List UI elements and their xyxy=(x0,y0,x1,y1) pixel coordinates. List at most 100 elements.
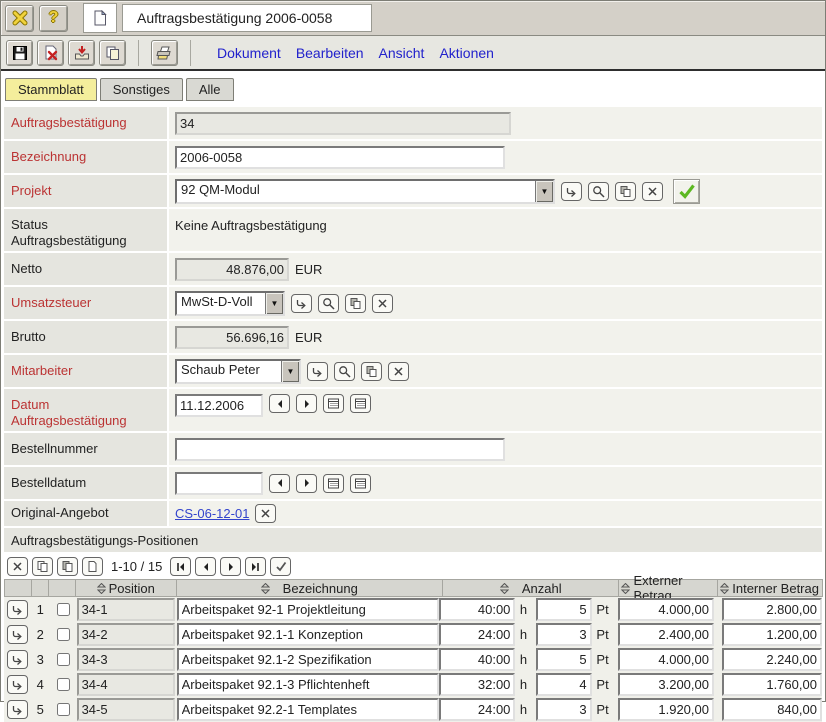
interner-betrag-field[interactable] xyxy=(722,623,822,646)
header-position[interactable]: Position xyxy=(75,579,177,597)
last-page-button[interactable] xyxy=(245,557,266,576)
hours-field[interactable] xyxy=(439,598,515,621)
apply-button[interactable] xyxy=(270,557,291,576)
chevron-down-icon[interactable]: ▼ xyxy=(535,181,553,202)
bezeichnung-field[interactable] xyxy=(177,598,439,621)
positions-paste-button[interactable] xyxy=(57,557,78,576)
hours-field[interactable] xyxy=(439,648,515,671)
row-checkbox[interactable] xyxy=(57,628,70,641)
sort-icon[interactable] xyxy=(97,583,106,594)
header-interner-betrag[interactable]: Interner Betrag xyxy=(717,579,823,597)
projekt-clear-button[interactable] xyxy=(642,182,663,201)
externer-betrag-field[interactable] xyxy=(618,698,714,721)
projekt-paste-button[interactable] xyxy=(615,182,636,201)
interner-betrag-field[interactable] xyxy=(722,648,822,671)
row-checkbox[interactable] xyxy=(57,678,70,691)
chevron-down-icon[interactable]: ▼ xyxy=(281,361,299,382)
tab-alle[interactable]: Alle xyxy=(186,78,234,101)
bezeichnung-field[interactable] xyxy=(177,673,439,696)
datum-prev-day-button[interactable] xyxy=(269,394,290,413)
header-externer-betrag[interactable]: Externer Betrag xyxy=(618,579,718,597)
externer-betrag-field[interactable] xyxy=(618,598,714,621)
first-page-button[interactable] xyxy=(170,557,191,576)
datum-calendar-button[interactable] xyxy=(323,394,344,413)
points-field[interactable] xyxy=(536,623,592,646)
umsatzsteuer-select[interactable]: MwSt-D-Voll ▼ xyxy=(175,291,285,316)
close-button[interactable] xyxy=(5,5,34,32)
positions-new-button[interactable] xyxy=(82,557,103,576)
bezeichnung-field[interactable] xyxy=(177,623,439,646)
row-goto-button[interactable] xyxy=(7,700,28,719)
bestelldatum-field[interactable] xyxy=(175,472,263,495)
points-field[interactable] xyxy=(536,673,592,696)
bezeichnung-field[interactable] xyxy=(175,146,505,169)
hours-field[interactable] xyxy=(439,623,515,646)
points-field[interactable] xyxy=(536,698,592,721)
menu-dokument[interactable]: Dokument xyxy=(217,45,281,61)
bestelldatum-prev-day-button[interactable] xyxy=(269,474,290,493)
bestellnummer-field[interactable] xyxy=(175,438,505,461)
externer-betrag-field[interactable] xyxy=(618,673,714,696)
interner-betrag-field[interactable] xyxy=(722,698,822,721)
datum-calendar2-button[interactable] xyxy=(350,394,371,413)
chevron-down-icon[interactable]: ▼ xyxy=(265,293,283,314)
bezeichnung-field[interactable] xyxy=(177,648,439,671)
projekt-confirm-button[interactable] xyxy=(673,179,700,204)
sort-icon[interactable] xyxy=(621,583,630,594)
import-button[interactable] xyxy=(68,40,95,66)
help-button[interactable]: ? xyxy=(39,5,68,32)
mitarbeiter-clear-button[interactable] xyxy=(388,362,409,381)
bezeichnung-field[interactable] xyxy=(177,698,439,721)
row-goto-button[interactable] xyxy=(7,650,28,669)
next-page-button[interactable] xyxy=(220,557,241,576)
original-angebot-clear-button[interactable] xyxy=(255,504,276,523)
save-button[interactable] xyxy=(6,40,33,66)
tab-sonstiges[interactable]: Sonstiges xyxy=(100,78,183,101)
positions-copy-button[interactable] xyxy=(32,557,53,576)
sort-icon[interactable] xyxy=(720,583,729,594)
datum-next-day-button[interactable] xyxy=(296,394,317,413)
row-checkbox[interactable] xyxy=(57,653,70,666)
menu-bearbeiten[interactable]: Bearbeiten xyxy=(296,45,364,61)
hours-field[interactable] xyxy=(439,673,515,696)
umsatzsteuer-clear-button[interactable] xyxy=(372,294,393,313)
paste-icon xyxy=(619,185,632,198)
datum-field[interactable] xyxy=(175,394,263,417)
prev-page-button[interactable] xyxy=(195,557,216,576)
mitarbeiter-search-button[interactable] xyxy=(334,362,355,381)
bestelldatum-next-day-button[interactable] xyxy=(296,474,317,493)
mitarbeiter-paste-button[interactable] xyxy=(361,362,382,381)
header-anzahl[interactable]: Anzahl xyxy=(442,579,620,597)
row-goto-button[interactable] xyxy=(7,600,28,619)
row-checkbox[interactable] xyxy=(57,603,70,616)
mitarbeiter-goto-button[interactable] xyxy=(307,362,328,381)
hours-field[interactable] xyxy=(439,698,515,721)
points-field[interactable] xyxy=(536,598,592,621)
original-angebot-link[interactable]: CS-06-12-01 xyxy=(175,506,249,521)
row-checkbox[interactable] xyxy=(57,703,70,716)
menu-ansicht[interactable]: Ansicht xyxy=(379,45,425,61)
umsatzsteuer-search-button[interactable] xyxy=(318,294,339,313)
interner-betrag-field[interactable] xyxy=(722,673,822,696)
projekt-goto-button[interactable] xyxy=(561,182,582,201)
projekt-select[interactable]: 92 QM-Modul ▼ xyxy=(175,179,555,204)
print-button[interactable] xyxy=(151,40,178,66)
mitarbeiter-select[interactable]: Schaub Peter ▼ xyxy=(175,359,301,384)
copy-button[interactable] xyxy=(99,40,126,66)
umsatzsteuer-paste-button[interactable] xyxy=(345,294,366,313)
tab-stammblatt[interactable]: Stammblatt xyxy=(5,78,97,101)
externer-betrag-field[interactable] xyxy=(618,623,714,646)
header-bezeichnung[interactable]: Bezeichnung xyxy=(176,579,443,597)
umsatzsteuer-goto-button[interactable] xyxy=(291,294,312,313)
row-goto-button[interactable] xyxy=(7,625,28,644)
menu-aktionen[interactable]: Aktionen xyxy=(439,45,493,61)
points-field[interactable] xyxy=(536,648,592,671)
externer-betrag-field[interactable] xyxy=(618,648,714,671)
delete-button[interactable] xyxy=(37,40,64,66)
row-goto-button[interactable] xyxy=(7,675,28,694)
bestelldatum-calendar2-button[interactable] xyxy=(350,474,371,493)
projekt-search-button[interactable] xyxy=(588,182,609,201)
positions-delete-button[interactable] xyxy=(7,557,28,576)
bestelldatum-calendar-button[interactable] xyxy=(323,474,344,493)
interner-betrag-field[interactable] xyxy=(722,598,822,621)
